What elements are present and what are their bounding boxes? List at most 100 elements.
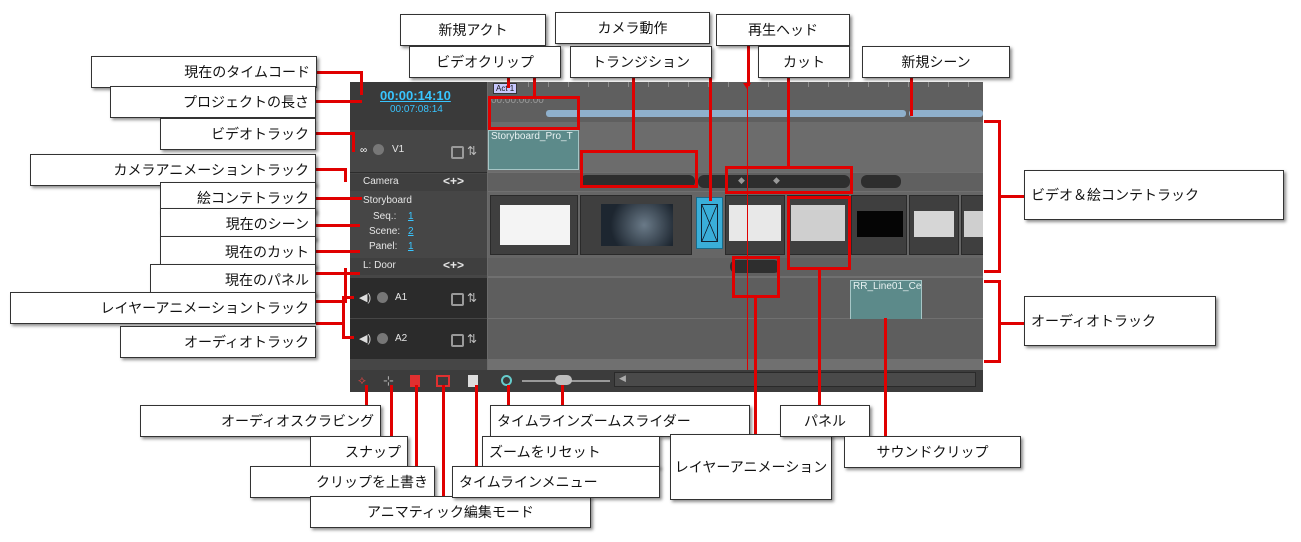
horizontal-scrollbar[interactable]: ◀ (614, 372, 976, 387)
video-clip[interactable]: Storyboard_Pro_T (488, 130, 579, 170)
audio-track-a2[interactable] (488, 319, 983, 359)
highlight-box (725, 166, 853, 194)
leader-line (316, 272, 360, 275)
storyboard-panel[interactable] (851, 195, 907, 255)
speaker-icon[interactable]: ◀) (359, 291, 371, 304)
callout-video-storyboard-track: ビデオ＆絵コンテトラック (1024, 170, 1284, 220)
track-settings-icon[interactable]: ⇅ (467, 144, 477, 158)
panel-thumbnail (857, 211, 903, 237)
track-header-camera[interactable]: Camera <+> (350, 174, 487, 191)
callout-audio-track-left: オーディオトラック (120, 326, 316, 358)
callout-panel: パネル (780, 405, 870, 437)
divider (350, 172, 487, 173)
leader-line (475, 385, 478, 467)
enable-toggle-icon[interactable] (377, 333, 388, 344)
highlight-box (580, 150, 698, 188)
leader-line (365, 385, 368, 407)
callout-cut: カット (758, 46, 850, 78)
playhead[interactable] (743, 82, 751, 370)
leader-line (344, 168, 347, 182)
enable-toggle-icon[interactable] (373, 144, 384, 155)
transition[interactable] (696, 197, 723, 249)
leader-line (316, 132, 354, 135)
callout-reset-zoom: ズームをリセット (482, 436, 660, 468)
callout-layer-animation: レイヤーアニメーション (670, 434, 832, 500)
track-header-panel: 00:00:14:10 00:07:08:14 ∞ V1 ⇅ Camera <+… (350, 82, 487, 370)
storyboard-panel[interactable] (490, 195, 578, 255)
leader-line (561, 385, 564, 407)
leader-line (316, 322, 344, 325)
track-label-camera: Camera (363, 176, 399, 187)
panel-thumbnail (914, 211, 954, 237)
callout-project-length: プロジェクトの長さ (110, 86, 316, 118)
lock-icon[interactable] (451, 146, 464, 159)
callout-playhead: 再生ヘッド (716, 14, 850, 46)
track-settings-icon[interactable]: ⇅ (467, 291, 477, 305)
leader-line (316, 168, 346, 171)
lock-icon[interactable] (451, 293, 464, 306)
leader-line (747, 46, 750, 86)
leader-line (533, 76, 536, 98)
sound-clip[interactable]: RR_Line01_Ce (850, 280, 922, 320)
callout-camera-motion: カメラ動作 (555, 12, 710, 44)
panel-label: Panel: (369, 241, 398, 252)
track-label-layer: L: Door (363, 260, 396, 271)
scene-bar[interactable] (546, 110, 906, 117)
callout-layer-anim-track: レイヤーアニメーショントラック (10, 292, 316, 324)
project-length: 00:07:08:14 (390, 104, 443, 115)
scroll-left-icon[interactable]: ◀ (619, 373, 626, 384)
track-label-a1: A1 (395, 292, 408, 303)
leader-line (316, 100, 362, 103)
storyboard-panel[interactable] (580, 195, 692, 255)
track-header-layer[interactable]: L: Door <+> (350, 258, 487, 275)
track-settings-icon[interactable]: ⇅ (467, 332, 477, 346)
panel-thumbnail (601, 204, 673, 246)
storyboard-panel[interactable] (725, 195, 785, 255)
layer-nav-buttons[interactable]: <+> (443, 258, 464, 272)
act-marker[interactable]: Act 1 (493, 83, 518, 94)
speaker-icon[interactable]: ◀) (359, 332, 371, 345)
track-label-v1: V1 (392, 144, 405, 155)
panel-value[interactable]: 1 (408, 241, 414, 252)
track-header-a1[interactable]: ◀) A1 ⇅ (350, 278, 487, 318)
lock-icon[interactable] (451, 334, 464, 347)
transition-icon (701, 204, 718, 242)
leader-line (754, 296, 757, 436)
camera-nav-buttons[interactable]: <+> (443, 174, 464, 188)
seq-value[interactable]: 1 (408, 211, 414, 222)
storyboard-panel[interactable] (909, 195, 959, 255)
leader-line (998, 195, 1024, 198)
leader-line (390, 385, 393, 437)
panel-thumbnail (500, 205, 570, 245)
leader-line (984, 270, 1000, 273)
camera-keyframe-block[interactable] (861, 175, 901, 188)
leader-line (984, 360, 1000, 363)
leader-line (352, 132, 355, 152)
leader-line (998, 322, 1024, 325)
leader-line (442, 385, 445, 497)
callout-current-timecode: 現在のタイムコード (91, 56, 317, 88)
callout-animatic-mode: アニマティック編集モード (310, 496, 591, 528)
zoom-slider-thumb[interactable] (555, 375, 572, 385)
callout-audio-track-right: オーディオトラック (1024, 296, 1216, 346)
leader-line (360, 71, 363, 95)
highlight-box (787, 196, 851, 270)
scene-bar[interactable] (909, 110, 983, 117)
track-header-v1[interactable]: ∞ V1 ⇅ (350, 132, 487, 172)
eye-icon[interactable]: ∞ (360, 146, 372, 156)
scene-value[interactable]: 2 (408, 226, 414, 237)
leader-line (342, 296, 345, 338)
timeline-view: 00:00:14:10 00:07:08:14 ∞ V1 ⇅ Camera <+… (350, 82, 983, 392)
leader-line (342, 296, 354, 299)
storyboard-panel[interactable] (961, 195, 983, 255)
track-label-a2: A2 (395, 333, 408, 344)
track-header-storyboard: Storyboard Seq.: 1 Scene: 2 Panel: 1 (350, 192, 487, 257)
enable-toggle-icon[interactable] (377, 292, 388, 303)
callout-new-act: 新規アクト (400, 14, 546, 46)
leader-line (316, 250, 360, 253)
current-timecode[interactable]: 00:00:14:10 (380, 88, 451, 103)
leader-line (415, 385, 418, 467)
highlight-box (732, 256, 780, 298)
track-header-a2[interactable]: ◀) A2 ⇅ (350, 319, 487, 359)
callout-timeline-menu: タイムラインメニュー (452, 466, 660, 498)
